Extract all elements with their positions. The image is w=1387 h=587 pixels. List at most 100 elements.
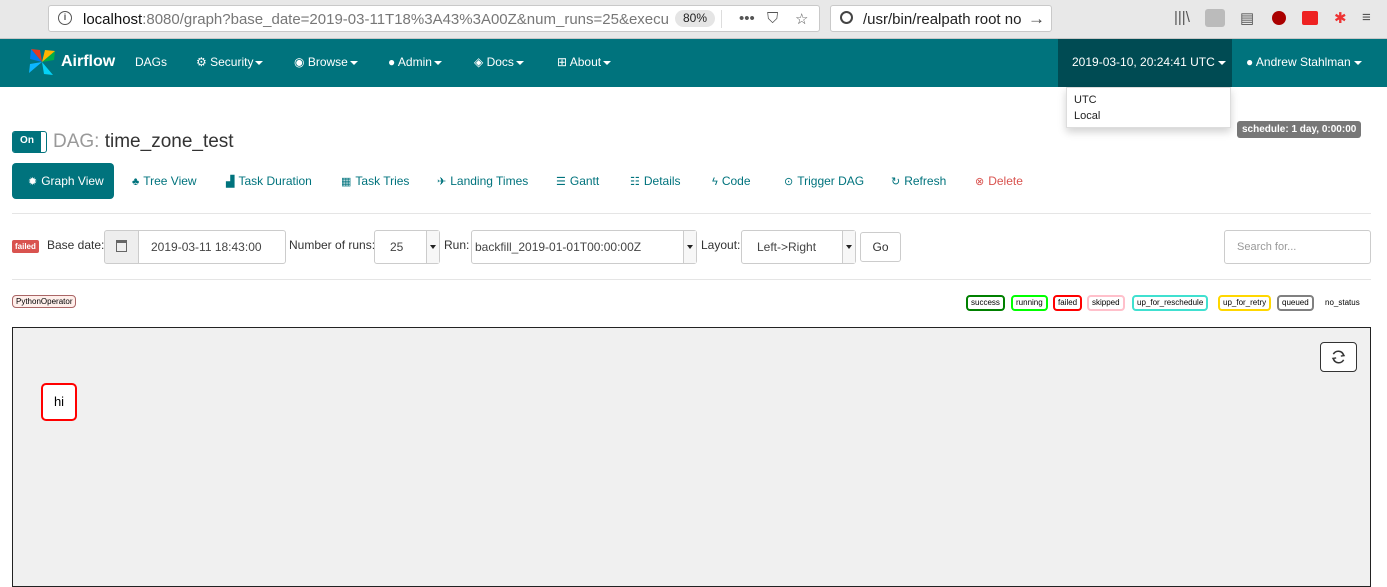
tab-trigger-dag[interactable]: ⊙ Trigger DAG bbox=[784, 174, 864, 188]
legend-up-for-reschedule: up_for_reschedule bbox=[1132, 295, 1209, 311]
clock-dropdown-toggle[interactable]: 2019-03-10, 20:24:41 UTC bbox=[1058, 39, 1232, 87]
ublock-icon[interactable] bbox=[1272, 11, 1286, 25]
align-left-icon: ☰ bbox=[556, 176, 566, 188]
go-arrow-icon[interactable]: → bbox=[1028, 9, 1045, 29]
menu-icon[interactable]: ≡ bbox=[1362, 9, 1371, 26]
divider bbox=[12, 213, 1371, 214]
gears-icon: ⚙ bbox=[196, 55, 211, 69]
brand-name: Airflow bbox=[61, 53, 116, 70]
graph-canvas[interactable]: hi bbox=[12, 327, 1371, 587]
extension-icon[interactable] bbox=[1302, 11, 1318, 25]
legend-skipped: skipped bbox=[1087, 295, 1125, 311]
legend-queued: queued bbox=[1277, 295, 1314, 311]
divider bbox=[721, 10, 722, 28]
tab-details[interactable]: ☷ Details bbox=[630, 174, 681, 188]
nav-docs[interactable]: ◈ Docs bbox=[474, 55, 524, 69]
nav-dags[interactable]: DAGs bbox=[135, 55, 167, 69]
tab-graph-view[interactable]: ✹ Graph View bbox=[12, 163, 114, 199]
num-runs-label: Number of runs: bbox=[289, 238, 376, 252]
building-icon: ▦ bbox=[341, 176, 352, 188]
user-menu[interactable]: ● Andrew Stahlman bbox=[1246, 55, 1362, 69]
search-bar[interactable]: /usr/bin/realpath root no s → bbox=[830, 5, 1052, 32]
tab-task-tries[interactable]: ▦ Task Tries bbox=[341, 174, 409, 188]
nav-admin[interactable]: ● Admin bbox=[388, 55, 442, 69]
dag-label: DAG: bbox=[53, 131, 100, 152]
timezone-dropdown: UTC Local bbox=[1066, 87, 1231, 128]
chevron-down-icon bbox=[603, 60, 612, 65]
run-select[interactable]: backfill_2019-01-01T00:00:00Z bbox=[471, 230, 697, 264]
url-text[interactable]: localhost:8080/graph?base_date=2019-03-1… bbox=[83, 11, 683, 28]
zoom-indicator[interactable]: 80% bbox=[675, 10, 716, 27]
plane-icon: ✈ bbox=[437, 176, 447, 188]
nav-browse[interactable]: ◉ Browse bbox=[294, 55, 358, 69]
layout-select[interactable]: Left->Right bbox=[741, 230, 856, 264]
graph-refresh-button[interactable] bbox=[1320, 342, 1357, 372]
operator-legend-badge: PythonOperator bbox=[12, 295, 77, 308]
legend-up-for-retry: up_for_retry bbox=[1218, 295, 1272, 311]
address-bar[interactable]: i localhost:8080/graph?base_date=2019-03… bbox=[48, 5, 820, 32]
dag-name: time_zone_test bbox=[104, 131, 234, 152]
asterisk-icon: ✹ bbox=[28, 176, 38, 188]
chevron-down-icon bbox=[1353, 60, 1362, 65]
globe-icon: ◉ bbox=[294, 55, 308, 69]
chevron-down-icon bbox=[433, 60, 442, 65]
dag-pause-toggle[interactable]: On bbox=[12, 131, 47, 153]
search-value[interactable]: /usr/bin/realpath root no s bbox=[863, 11, 1023, 28]
tab-task-duration[interactable]: ▟ Task Duration bbox=[226, 174, 312, 188]
pocket-icon[interactable]: ⛉ bbox=[767, 10, 778, 27]
chevron-down-icon bbox=[683, 231, 696, 263]
chevron-down-icon bbox=[349, 60, 358, 65]
bookmark-star-icon[interactable]: ☆ bbox=[795, 10, 808, 28]
tab-refresh[interactable]: ↻ Refresh bbox=[891, 174, 946, 188]
play-circle-icon: ⊙ bbox=[784, 176, 794, 188]
tz-option-utc[interactable]: UTC bbox=[1074, 94, 1097, 106]
library-icon[interactable]: |||\ bbox=[1174, 9, 1190, 26]
grid-icon: ⊞ bbox=[557, 55, 570, 69]
chevron-down-icon bbox=[842, 231, 855, 263]
calendar-icon[interactable] bbox=[104, 230, 139, 264]
user-icon: ● bbox=[1246, 55, 1256, 69]
chevron-down-icon bbox=[255, 60, 264, 65]
site-info-icon[interactable]: i bbox=[58, 11, 72, 25]
tab-gantt[interactable]: ☰ Gantt bbox=[556, 174, 599, 188]
refresh-icon bbox=[1331, 350, 1346, 364]
legend-success: success bbox=[966, 295, 1005, 311]
chevron-down-icon bbox=[1217, 60, 1226, 65]
cube-icon: ◈ bbox=[474, 55, 487, 69]
go-button[interactable]: Go bbox=[860, 232, 901, 262]
divider bbox=[12, 279, 1371, 280]
dag-state-badge: failed bbox=[12, 240, 39, 253]
search-icon bbox=[840, 11, 853, 24]
legend-running: running bbox=[1011, 295, 1048, 311]
asterisk-extension-icon[interactable]: ✱ bbox=[1334, 9, 1347, 27]
tree-icon: ♣ bbox=[132, 176, 140, 188]
page-actions-icon[interactable]: ••• bbox=[739, 10, 755, 27]
tz-option-local[interactable]: Local bbox=[1074, 110, 1100, 122]
layout-label: Layout: bbox=[701, 238, 741, 252]
list-icon: ☷ bbox=[630, 176, 640, 188]
refresh-icon: ↻ bbox=[891, 176, 901, 188]
tab-delete[interactable]: ⊗ Delete bbox=[975, 174, 1023, 188]
airflow-pinwheel-icon bbox=[29, 49, 55, 75]
tab-code[interactable]: ϟ Code bbox=[712, 174, 751, 188]
task-node[interactable]: hi bbox=[41, 383, 77, 421]
task-search-input[interactable]: Search for... bbox=[1224, 230, 1371, 264]
tab-landing-times[interactable]: ✈ Landing Times bbox=[437, 174, 528, 188]
page-title: DAG: time_zone_test bbox=[53, 131, 234, 153]
chevron-down-icon bbox=[515, 60, 524, 65]
chevron-down-icon bbox=[426, 231, 439, 263]
tab-tree-view[interactable]: ♣ Tree View bbox=[132, 174, 197, 188]
bar-chart-icon: ▟ bbox=[226, 176, 235, 188]
num-runs-select[interactable]: 25 bbox=[374, 230, 440, 264]
reader-icon[interactable]: ▤ bbox=[1240, 9, 1254, 27]
legend-no-status: no_status bbox=[1320, 295, 1365, 311]
user-icon: ● bbox=[388, 55, 398, 69]
remove-circle-icon: ⊗ bbox=[975, 176, 985, 188]
sidebar-icon[interactable] bbox=[1205, 9, 1225, 27]
nav-about[interactable]: ⊞ About bbox=[557, 55, 612, 69]
run-label: Run: bbox=[444, 238, 470, 252]
nav-security[interactable]: ⚙ Security bbox=[196, 55, 264, 69]
legend-failed: failed bbox=[1053, 295, 1083, 311]
base-date-input[interactable]: 2019-03-11 18:43:00 bbox=[138, 230, 286, 264]
clock-time: 2019-03-10, 20:24:41 UTC bbox=[1072, 55, 1215, 69]
